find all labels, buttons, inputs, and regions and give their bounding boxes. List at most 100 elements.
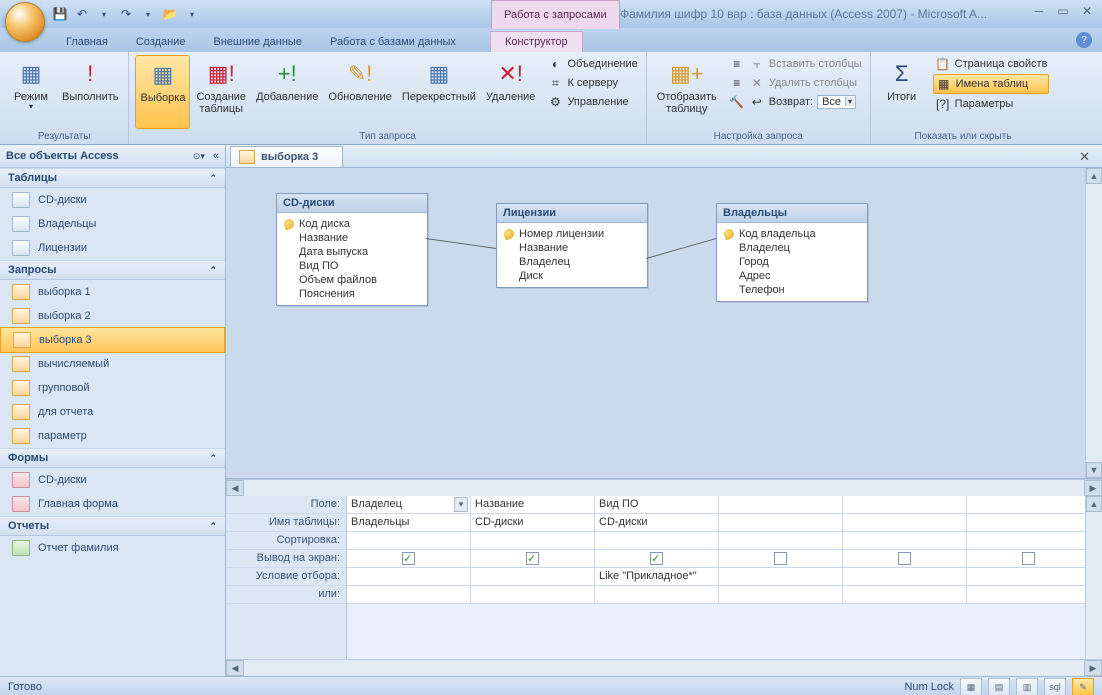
checkbox[interactable] <box>650 552 663 565</box>
table-field[interactable]: Адрес <box>723 269 861 283</box>
nav-item[interactable]: выборка 1 <box>0 280 225 304</box>
crosstab-button[interactable]: ▦Перекрестный <box>398 55 480 127</box>
table-card[interactable]: CD-дискиКод дискаНазваниеДата выпускаВид… <box>276 193 428 306</box>
qbe-cell[interactable] <box>595 532 719 549</box>
qbe-cell[interactable] <box>347 568 471 585</box>
nav-item[interactable]: выборка 2 <box>0 304 225 328</box>
table-field[interactable]: Владелец <box>503 255 641 269</box>
office-button[interactable] <box>5 2 45 42</box>
view-pivotchart-button[interactable]: ▥ <box>1016 678 1038 695</box>
tab-dbtools[interactable]: Работа с базами данных <box>316 32 470 52</box>
checkbox[interactable] <box>774 552 787 565</box>
qbe-cell[interactable]: CD-диски <box>471 514 595 531</box>
table-header[interactable]: Лицензии <box>497 204 647 223</box>
checkbox[interactable] <box>1022 552 1035 565</box>
insertrows-button[interactable]: ≡⫟Вставить столбцы <box>727 55 864 73</box>
tab-close-button[interactable]: ✕ <box>1075 147 1094 167</box>
relationship-line[interactable] <box>646 238 716 259</box>
qbe-cell[interactable] <box>719 586 843 603</box>
table-field[interactable]: Объем файлов <box>283 273 421 287</box>
table-field[interactable]: Номер лицензии <box>503 227 641 241</box>
qbe-scrollbar[interactable]: ▲ <box>1085 496 1102 659</box>
qbe-cell[interactable] <box>967 568 1091 585</box>
view-pivottable-button[interactable]: ▤ <box>988 678 1010 695</box>
help-icon[interactable]: ? <box>1076 32 1092 48</box>
redo-icon[interactable]: ↷ <box>118 6 134 22</box>
tablenames-button[interactable]: ▦Имена таблиц <box>933 74 1050 94</box>
nav-item[interactable]: вычисляемый <box>0 352 225 376</box>
passthrough-button[interactable]: ⌗К серверу <box>545 74 639 92</box>
qbe-cell[interactable] <box>843 532 967 549</box>
open-icon[interactable]: 📂 <box>162 6 178 22</box>
table-field[interactable]: Телефон <box>723 283 861 297</box>
restore-button[interactable]: ▭ <box>1054 4 1072 18</box>
tab-create[interactable]: Создание <box>122 32 200 52</box>
table-card[interactable]: ВладельцыКод владельцаВладелецГородАдрес… <box>716 203 868 302</box>
redo-dropdown-icon[interactable]: ▾ <box>140 6 156 22</box>
nav-item[interactable]: Владельцы <box>0 212 225 236</box>
view-datasheet-button[interactable]: ▦ <box>960 678 982 695</box>
table-header[interactable]: CD-диски <box>277 194 427 213</box>
propsheet-button[interactable]: 📋Страница свойств <box>933 55 1050 73</box>
qbe-cell[interactable] <box>471 532 595 549</box>
qbe-cell[interactable] <box>843 496 967 513</box>
close-button[interactable]: ✕ <box>1078 4 1096 18</box>
union-button[interactable]: ◐Объединение <box>545 55 639 73</box>
qbe-cell[interactable] <box>471 550 595 567</box>
qbe-cell[interactable]: Like "Прикладное*" <box>595 568 719 585</box>
view-design-button[interactable]: ✎ <box>1072 678 1094 695</box>
table-card[interactable]: ЛицензииНомер лицензииНазваниеВладелецДи… <box>496 203 648 288</box>
chevron-down-icon[interactable]: ⊙▾ <box>193 151 205 161</box>
vertical-scrollbar[interactable]: ▲▼ <box>1085 168 1102 478</box>
qbe-cell[interactable] <box>967 550 1091 567</box>
checkbox[interactable] <box>402 552 415 565</box>
nav-item[interactable]: параметр <box>0 424 225 448</box>
return-combo[interactable]: Все▾ <box>817 95 856 109</box>
horizontal-scrollbar[interactable]: ◀▶ <box>226 479 1102 496</box>
table-field[interactable]: Город <box>723 255 861 269</box>
parameters-button[interactable]: [?]Параметры <box>933 95 1050 113</box>
qbe-hscrollbar[interactable]: ◀▶ <box>226 659 1102 676</box>
qbe-cell[interactable] <box>719 568 843 585</box>
delete-button[interactable]: ✕!Удаление <box>482 55 540 127</box>
qat-dropdown-icon[interactable]: ▾ <box>184 6 200 22</box>
nav-item[interactable]: Главная форма <box>0 492 225 516</box>
nav-item[interactable]: CD-диски <box>0 468 225 492</box>
qbe-cell[interactable] <box>471 568 595 585</box>
totals-button[interactable]: ΣИтоги <box>877 55 927 127</box>
qbe-cell[interactable] <box>967 532 1091 549</box>
table-header[interactable]: Владельцы <box>717 204 867 223</box>
qbe-cell[interactable] <box>843 550 967 567</box>
builder-icon[interactable]: 🔨 <box>729 94 745 110</box>
relationship-line[interactable] <box>426 238 496 249</box>
qbe-cell[interactable] <box>719 532 843 549</box>
nav-item[interactable]: CD-диски <box>0 188 225 212</box>
qbe-cell[interactable] <box>967 514 1091 531</box>
table-field[interactable]: Название <box>503 241 641 255</box>
checkbox[interactable] <box>898 552 911 565</box>
qbe-cell[interactable]: Владелец <box>347 496 471 513</box>
qbe-cell[interactable]: CD-диски <box>595 514 719 531</box>
qbe-cell[interactable] <box>471 586 595 603</box>
nav-group-header[interactable]: Таблицы⌃ <box>0 168 225 188</box>
qbe-cell[interactable] <box>719 496 843 513</box>
qbe-cell[interactable]: Название <box>471 496 595 513</box>
view-sql-button[interactable]: sql <box>1044 678 1066 695</box>
maketable-button[interactable]: ▦!Создание таблицы <box>192 55 250 127</box>
nav-item[interactable]: выборка 3 <box>0 327 225 353</box>
nav-group-header[interactable]: Отчеты⌃ <box>0 516 225 536</box>
table-field[interactable]: Вид ПО <box>283 259 421 273</box>
nav-group-header[interactable]: Формы⌃ <box>0 448 225 468</box>
table-field[interactable]: Код диска <box>283 217 421 231</box>
qbe-cell[interactable] <box>719 550 843 567</box>
nav-item[interactable]: групповой <box>0 376 225 400</box>
datadef-button[interactable]: ⚙Управление <box>545 93 639 111</box>
tab-home[interactable]: Главная <box>52 32 122 52</box>
qbe-cell[interactable] <box>843 514 967 531</box>
append-button[interactable]: +!Добавление <box>252 55 322 127</box>
run-button[interactable]: !Выполнить <box>58 55 122 127</box>
table-field[interactable]: Код владельца <box>723 227 861 241</box>
qbe-cell[interactable] <box>843 568 967 585</box>
update-button[interactable]: ✎!Обновление <box>324 55 396 127</box>
qbe-cell[interactable] <box>347 532 471 549</box>
